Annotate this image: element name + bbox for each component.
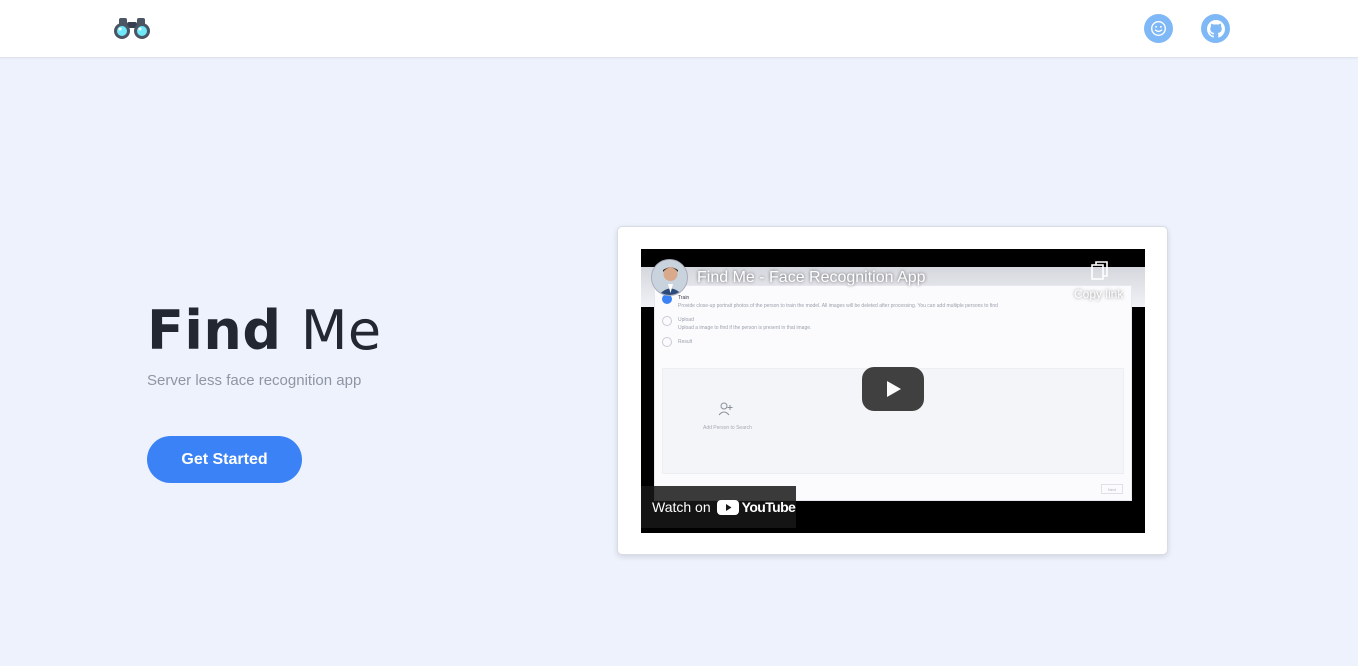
page-title: Find Me [147,300,382,362]
get-started-button[interactable]: Get Started [147,436,302,483]
watch-on-label: Watch on [652,499,711,515]
watch-on-youtube-button[interactable]: Watch on YouTube [641,486,796,528]
binoculars-icon[interactable] [112,16,152,44]
youtube-logo: YouTube [716,499,796,515]
channel-avatar[interactable] [651,259,688,296]
play-icon [887,381,901,397]
youtube-icon [716,499,739,515]
youtube-player[interactable]: Train Provide close-up portrait photos o… [641,249,1145,533]
play-button[interactable] [862,367,924,411]
github-icon[interactable] [1201,14,1230,43]
step-desc-2: Upload a image to find if the person is … [678,325,812,331]
title-light: Me [300,299,382,362]
title-bold: Find [147,299,282,362]
smile-icon[interactable] [1144,14,1173,43]
step-dot-3 [662,337,672,347]
thumbnail-next-button: Next [1101,484,1123,494]
top-navbar [0,0,1358,58]
youtube-wordmark: YouTube [741,499,796,515]
step-title-3: Result [678,339,693,345]
video-card: Train Provide close-up portrait photos o… [617,226,1168,555]
dropzone-label: Add Person to Search [703,425,752,431]
step-title-1: Train [678,295,690,301]
step-title-2: Upload [678,317,694,323]
page-subtitle: Server less face recognition app [147,372,362,389]
add-person-icon [718,401,734,417]
step-dot-2 [662,316,672,326]
copy-link-label[interactable]: Copy link [1074,287,1123,301]
video-title[interactable]: Find Me - Face Recognition App [697,269,926,287]
step-desc-1: Provide close-up portrait photos of the … [678,303,998,309]
copy-icon[interactable] [1091,261,1109,281]
